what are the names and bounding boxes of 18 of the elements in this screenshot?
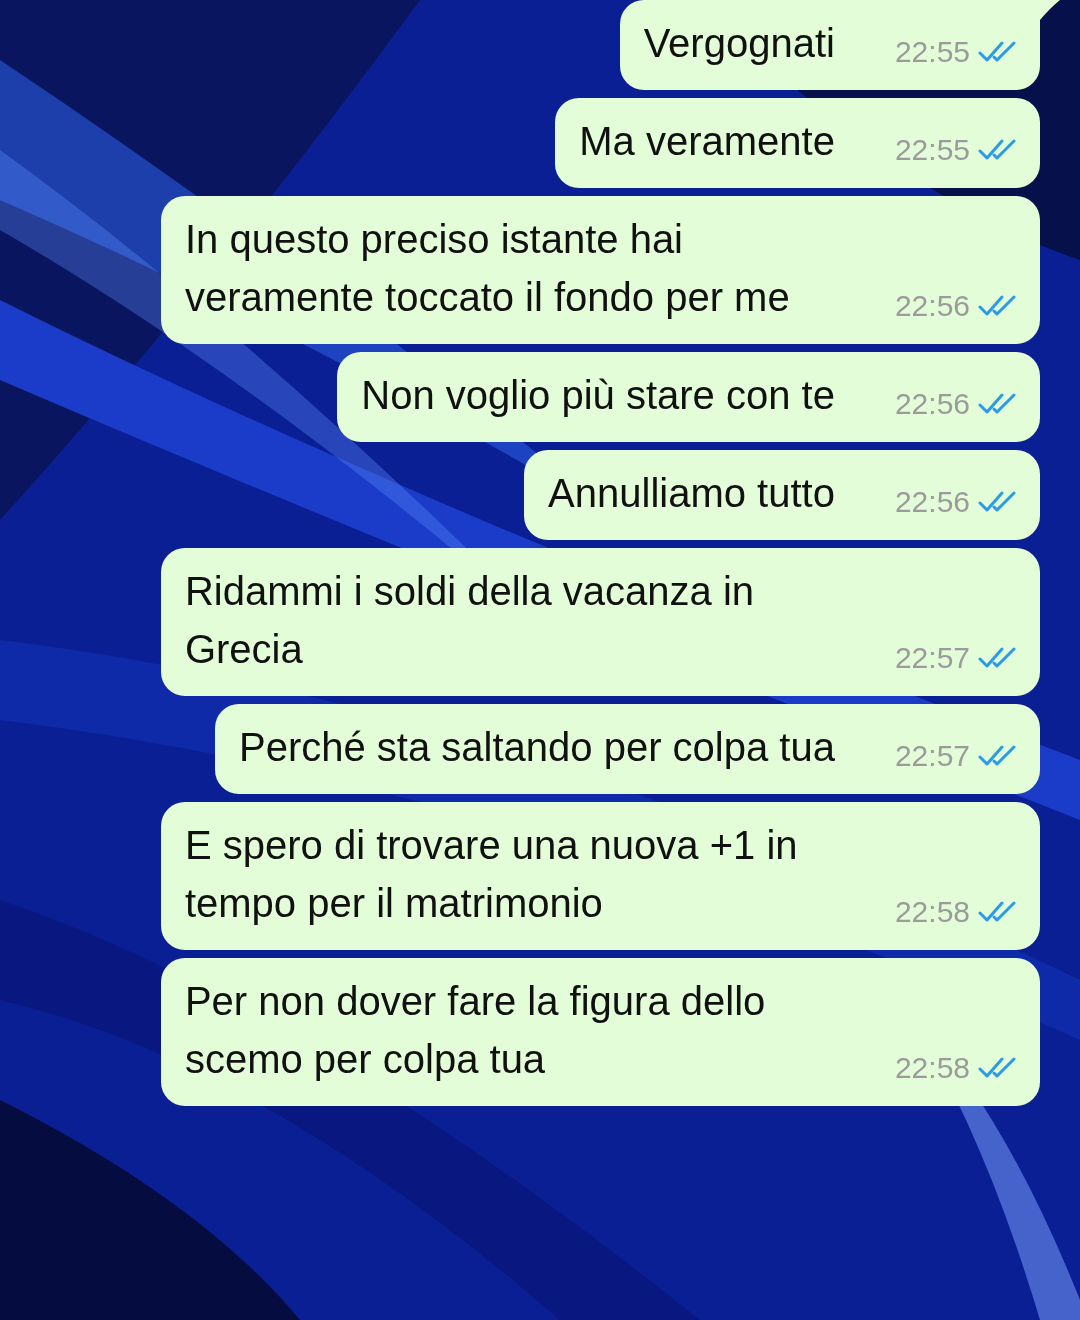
message-time: 22:57 — [894, 738, 970, 774]
message-time: 22:58 — [894, 894, 970, 930]
message-time: 22:56 — [894, 288, 970, 324]
message-time: 22:58 — [894, 1050, 970, 1086]
message-text: E spero di trovare una nuova +1 in tempo per il matrimonio — [184, 822, 799, 927]
message-time: 22:55 — [894, 132, 970, 168]
message-time: 22:57 — [894, 640, 970, 676]
message-time: 22:56 — [894, 386, 970, 422]
message-text: Non voglio più stare con te — [361, 372, 835, 419]
message-text: Ridammi i soldi della vacanza in Grecia — [184, 568, 756, 673]
message-time: 22:55 — [894, 34, 970, 70]
message-time: 22:56 — [894, 484, 970, 520]
message-text: Vergognati — [643, 20, 835, 67]
message-text: Ma veramente — [579, 118, 835, 165]
message-text: Per non dover fare la figura dello scemo per colpa tua — [184, 978, 767, 1083]
message-text: Perché sta saltando per colpa tua — [239, 724, 835, 771]
message-text: Annulliamo tutto — [548, 470, 835, 517]
message-text: In questo preciso istante hai veramente toccato il fondo per me — [184, 216, 791, 321]
